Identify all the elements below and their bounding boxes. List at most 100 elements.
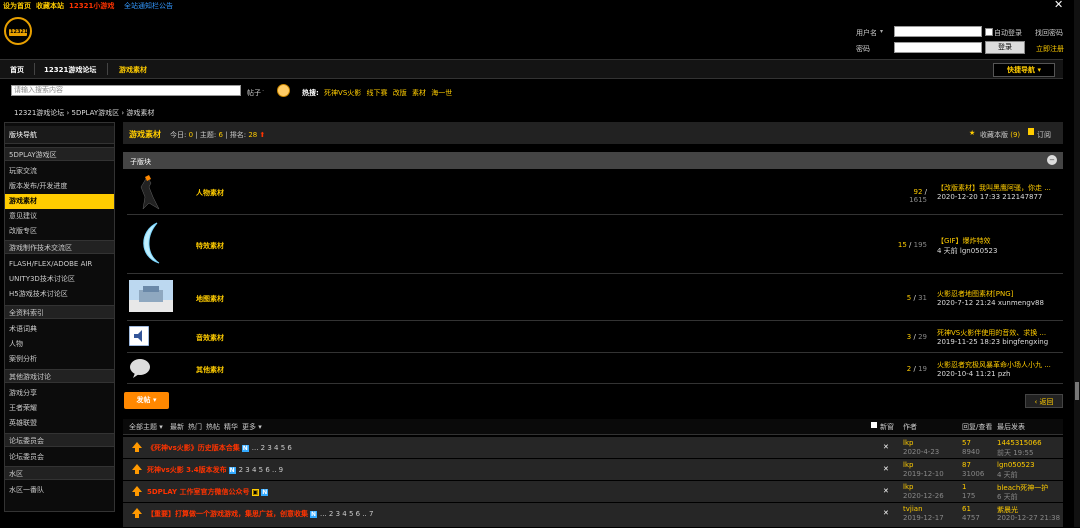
subforum-last-title[interactable]: 【GIF】爆炸特效 xyxy=(937,236,991,246)
thread-author[interactable]: tvjian xyxy=(903,505,923,513)
sidebar-item[interactable]: 论坛委员会 xyxy=(5,450,114,465)
hot-item[interactable]: 改版 xyxy=(393,89,407,97)
login-button[interactable]: 登录 xyxy=(985,41,1025,54)
quick-nav-button[interactable]: 快捷导航 ▾ xyxy=(993,63,1055,77)
password-input[interactable] xyxy=(894,42,982,53)
subforum-name[interactable]: 地图素材 xyxy=(196,294,224,304)
close-icon[interactable]: ✕ xyxy=(883,465,889,473)
thread-title[interactable]: 【重要】打算做一个游戏游戏，集思广益，创意收集 xyxy=(147,510,308,518)
sidebar-item[interactable]: UNITY3D技术讨论区 xyxy=(5,272,114,287)
subforum-name[interactable]: 其他素材 xyxy=(196,365,224,375)
nav-current[interactable]: 游戏素材 xyxy=(119,65,147,75)
thread-row[interactable]: 《死神vs火影》历史版本合集 N... 2 3 4 5 6 ✕ lkp 2020-… xyxy=(123,437,1063,459)
search-icon[interactable] xyxy=(277,84,290,97)
sidebar-item[interactable]: 案例分析 xyxy=(5,352,114,367)
sidebar-category[interactable]: 5DPLAY游戏区 xyxy=(5,147,114,161)
subforum-row[interactable]: 人物素材 92 / 1615 【改版素材】我叫黑鹰阿骚，你走 ... 2020-… xyxy=(127,172,1063,215)
sidebar-item[interactable]: FLASH/FLEX/ADOBE AIR xyxy=(5,257,114,272)
thread-title[interactable]: 死神vs火影 3.4版本发布 xyxy=(147,466,227,474)
filter-digest[interactable]: 精华 xyxy=(224,422,238,432)
hot-item[interactable]: 死神VS火影 xyxy=(324,89,361,97)
breadcrumb[interactable]: 12321游戏论坛 › 5DPLAY游戏区 › 游戏素材 xyxy=(14,108,154,118)
sidebar-category[interactable]: 其他游戏讨论 xyxy=(5,369,114,383)
back-button[interactable]: ‹ 返回 xyxy=(1025,394,1063,408)
subforum-name[interactable]: 音效素材 xyxy=(196,333,224,343)
filter-all[interactable]: 全部主题 ▾ xyxy=(129,422,163,432)
post-button[interactable]: 发帖 ▾ xyxy=(124,392,169,409)
sidebar-item[interactable]: 游戏分享 xyxy=(5,386,114,401)
filter-hot[interactable]: 热门 xyxy=(188,422,202,432)
subforum-row[interactable]: 其他素材 2 / 19 火影忍者究极风暴革命小场人小九 ... 2020-10-… xyxy=(127,353,1063,384)
favorite-link[interactable]: 收藏本版 (9) xyxy=(980,130,1020,140)
subforum-last-title[interactable]: 火影忍者究极风暴革命小场人小九 ... xyxy=(937,360,1051,370)
sidebar-item[interactable]: 版本发布/开发进度 xyxy=(5,179,114,194)
rss-icon[interactable] xyxy=(1028,128,1034,135)
search-input[interactable]: 请输入搜索内容 xyxy=(11,85,241,96)
sidebar-item[interactable]: 水区一番队 xyxy=(5,483,114,498)
thread-pages[interactable]: ... 2 3 4 5 6 xyxy=(252,444,292,452)
filter-latest[interactable]: 最新 xyxy=(170,422,184,432)
collapse-icon[interactable]: − xyxy=(1047,155,1057,165)
thread-row[interactable]: 【重要】打算做一个游戏游戏，集思广益，创意收集 N... 2 3 4 5 6 ..… xyxy=(123,503,1063,528)
nav-home[interactable]: 首页 xyxy=(10,65,24,75)
filter-heat[interactable]: 热帖 xyxy=(206,422,220,432)
thread-row[interactable]: 5DPLAY 工作室官方微信公众号 ▣ N ✕ lkp 2020-12-26 1 1… xyxy=(123,481,1063,503)
close-icon[interactable]: ✕ xyxy=(883,487,889,495)
sidebar-item[interactable]: 人物 xyxy=(5,337,114,352)
thread-author[interactable]: lkp xyxy=(903,461,913,469)
close-icon[interactable]: ✕ xyxy=(1054,0,1063,11)
sidebar-category[interactable]: 全资料索引 xyxy=(5,305,114,319)
sidebar-item[interactable]: 术语词典 xyxy=(5,322,114,337)
hot-item[interactable]: 素材 xyxy=(412,89,426,97)
thread-pages[interactable]: 2 3 4 5 6 .. 9 xyxy=(239,466,284,474)
sidebar-category[interactable]: 水区 xyxy=(5,466,114,480)
sidebar-item-active[interactable]: 游戏素材 xyxy=(5,194,114,209)
chevron-down-icon[interactable]: ▾ xyxy=(880,28,883,35)
subforum-last-title[interactable]: 死神VS火影伴使用的音效、求换 ... xyxy=(937,328,1046,338)
bookmark-link[interactable]: 收藏本站 xyxy=(36,1,64,11)
subforum-row[interactable]: 音效素材 3 / 29 死神VS火影伴使用的音效、求换 ... 2019-11-… xyxy=(127,321,1063,353)
sidebar-item[interactable]: 意见建议 xyxy=(5,209,114,224)
subforum-name[interactable]: 特效素材 xyxy=(196,241,224,251)
mini-game-link[interactable]: 12321小游戏 xyxy=(69,1,114,11)
sidebar-item[interactable]: 英雄联盟 xyxy=(5,416,114,431)
thread-title[interactable]: 5DPLAY 工作室官方微信公众号 xyxy=(147,488,250,496)
auto-login-checkbox[interactable] xyxy=(985,28,993,36)
subforum-last-title[interactable]: 火影忍者地图素材[PNG] xyxy=(937,289,1013,299)
notice-link[interactable]: 全站通知栏公告 xyxy=(124,1,173,11)
thread-last-user[interactable]: lgn050523 xyxy=(997,461,1035,469)
thread-author[interactable]: lkp xyxy=(903,483,913,491)
subforum-row[interactable]: 地图素材 5 / 31 火影忍者地图素材[PNG] 2020-7-12 21:2… xyxy=(127,274,1063,321)
subforum-last-title[interactable]: 【改版素材】我叫黑鹰阿骚，你走 ... xyxy=(937,183,1051,193)
find-password-link[interactable]: 找回密码 xyxy=(1035,28,1063,38)
scrollbar[interactable] xyxy=(1074,0,1080,527)
subforum-row[interactable]: 特效素材 15 / 195 【GIF】爆炸特效 4 天前 lgn050523 xyxy=(127,215,1063,274)
close-icon[interactable]: ✕ xyxy=(883,509,889,517)
sidebar-item[interactable]: 改版专区 xyxy=(5,224,114,239)
site-logo[interactable]: 12321 xyxy=(4,17,32,45)
thread-pages[interactable]: ... 2 3 4 5 6 .. 7 xyxy=(320,510,373,518)
register-link[interactable]: 立即注册 xyxy=(1036,44,1064,54)
thread-last-user[interactable]: 1445315066 xyxy=(997,439,1042,447)
close-icon[interactable]: ✕ xyxy=(883,443,889,451)
sidebar-category[interactable]: 游戏制作技术交流区 xyxy=(5,240,114,254)
hot-item[interactable]: 线下赛 xyxy=(367,89,388,97)
sidebar-item[interactable]: 王者荣耀 xyxy=(5,401,114,416)
subscribe-link[interactable]: 订阅 xyxy=(1037,130,1051,140)
nav-forum[interactable]: 12321游戏论坛 xyxy=(44,65,96,75)
thread-title[interactable]: 《死神vs火影》历史版本合集 xyxy=(147,444,240,452)
thread-row[interactable]: 死神vs火影 3.4版本发布 N 2 3 4 5 6 .. 9 ✕ lkp 2019… xyxy=(123,459,1063,481)
chevron-down-icon[interactable]: · xyxy=(262,87,264,95)
filter-more[interactable]: 更多 ▾ xyxy=(242,422,262,432)
sidebar-item[interactable]: 玩家交流 xyxy=(5,164,114,179)
username-input[interactable] xyxy=(894,26,982,37)
sidebar-category[interactable]: 论坛委员会 xyxy=(5,433,114,447)
subforum-name[interactable]: 人物素材 xyxy=(196,188,224,198)
set-home-link[interactable]: 设为首页 xyxy=(3,1,31,11)
new-window-checkbox[interactable] xyxy=(871,422,877,428)
thread-author[interactable]: lkp xyxy=(903,439,913,447)
star-icon[interactable]: ★ xyxy=(969,129,975,137)
scrollbar-thumb[interactable] xyxy=(1075,382,1079,400)
sidebar-item[interactable]: H5游戏技术讨论区 xyxy=(5,287,114,302)
hot-item[interactable]: 海一世 xyxy=(431,89,452,97)
